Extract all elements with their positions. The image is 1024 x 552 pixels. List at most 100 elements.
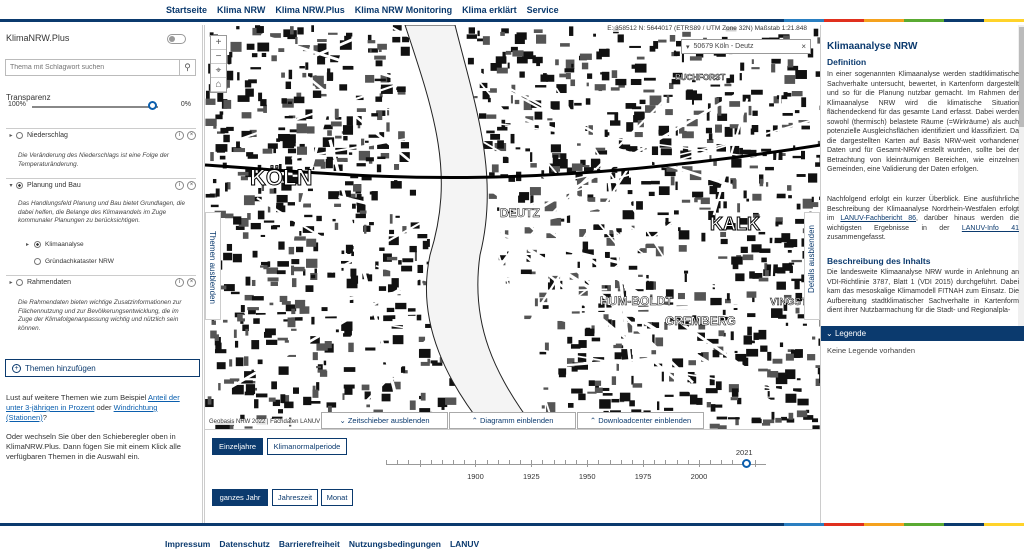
slider-tick [676, 460, 678, 464]
link-info-41[interactable]: LANUV-Info 41 [962, 225, 1019, 232]
color-stripe [784, 19, 1024, 22]
slider-tick [721, 460, 723, 464]
jahreszeit-button[interactable]: Jahreszeit [272, 489, 318, 506]
radio-icon[interactable] [34, 258, 41, 265]
close-icon[interactable]: × [801, 42, 806, 51]
main-nav: Startseite Klima NRW Klima NRW.Plus Klim… [166, 5, 559, 15]
klimanormalperiode-button[interactable]: Klimanormalperiode [267, 438, 347, 455]
monat-button[interactable]: Monat [321, 489, 353, 506]
nav-startseite[interactable]: Startseite [166, 5, 207, 15]
sub-item-label: Gründachkataster NRW [45, 258, 114, 265]
radio-icon[interactable] [16, 181, 23, 189]
ganzes-jahr-button[interactable]: ganzes Jahr [212, 489, 268, 506]
map-place-label: KALK [710, 214, 760, 234]
slider-tick [475, 460, 477, 467]
toggle-timeslider-button[interactable]: ⌄ Zeitschieber ausblenden [321, 412, 448, 429]
footer-barrierefreiheit[interactable]: Barrierefreiheit [279, 539, 340, 549]
footer-nav: Impressum Datenschutz Barrierefreiheit N… [165, 539, 479, 549]
map-toolbar: + − ⌖ ⌂ [210, 35, 227, 93]
slider-tick [508, 460, 510, 464]
slider-tick [609, 460, 611, 464]
show-diagram-button[interactable]: ⌃ Diagramm einblenden [449, 412, 576, 429]
sub-item-gruendachkataster[interactable]: Gründachkataster NRW [26, 256, 114, 267]
slider-current-year: 2021 [735, 448, 753, 457]
slider-tick [430, 460, 432, 464]
radio-icon[interactable] [34, 241, 41, 248]
slider-tick [598, 460, 600, 464]
hide-themes-tab[interactable]: Themen ausblenden [205, 212, 221, 320]
hide-details-tab[interactable]: Details ausblenden [804, 212, 820, 320]
nav-service[interactable]: Service [527, 5, 559, 15]
tree-item-niederschlag[interactable]: ▸ Niederschlag i × [6, 128, 196, 141]
einzeljahre-button[interactable]: Einzeljahre [212, 438, 263, 455]
chevron-right-icon[interactable]: ▸ [6, 279, 16, 286]
details-panel: Klimaanalyse NRW Definition In einer sog… [820, 25, 1024, 523]
footer-impressum[interactable]: Impressum [165, 539, 210, 549]
map-view[interactable]: KÖLN DEUTZ KALK HUM-BOLDT GREMBERG BUCHFORST V… [204, 25, 820, 429]
sub-item-klimaanalyse[interactable]: ▸ Klimaanalyse [26, 239, 84, 250]
slider-tick [497, 460, 499, 464]
section-heading-definition: Definition [827, 57, 867, 67]
slider-tick [386, 460, 387, 464]
theme-search-input[interactable] [6, 60, 179, 75]
info-icon[interactable]: i [175, 130, 184, 140]
footer: Impressum Datenschutz Barrierefreiheit N… [0, 523, 1024, 552]
section-heading-inhalt: Beschreibung des Inhalts [827, 256, 931, 266]
tree-item-description: Die Veränderung des Niederschlags ist ei… [18, 152, 169, 168]
nav-klima-erklaert[interactable]: Klima erklärt [462, 5, 517, 15]
add-themes-button[interactable]: + Themen hinzufügen [5, 359, 200, 377]
info-icon[interactable]: i [175, 180, 184, 190]
slider-handle[interactable] [148, 101, 157, 110]
remove-icon[interactable]: × [187, 277, 196, 287]
slider-tick-label: 1900 [467, 472, 484, 481]
slider-tick [486, 460, 488, 464]
radio-icon[interactable] [16, 131, 23, 139]
nav-klima-nrw-monitoring[interactable]: Klima NRW Monitoring [355, 5, 452, 15]
zoom-out-icon[interactable]: − [211, 50, 226, 64]
slider-tick [553, 460, 555, 464]
plus-toggle[interactable] [167, 34, 186, 44]
plus-icon: + [12, 363, 21, 373]
slider-tick [687, 460, 689, 464]
footer-nutzungsbedingungen[interactable]: Nutzungsbedingungen [349, 539, 441, 549]
slider-tick [643, 460, 645, 467]
topographic-map[interactable]: KÖLN DEUTZ KALK HUM-BOLDT GREMBERG BUCHFORST V… [205, 25, 820, 429]
footer-lanuv[interactable]: LANUV [450, 539, 479, 549]
chevron-down-icon[interactable]: ▾ [686, 43, 690, 51]
map-place-label: HUM-BOLDT [600, 294, 673, 308]
transparency-slider[interactable]: 100% 0% [6, 101, 191, 113]
map-place-label: KÖLN [250, 165, 312, 190]
locate-icon[interactable]: ⌖ [211, 64, 226, 78]
chevron-down-icon[interactable]: ▾ [6, 182, 16, 189]
coordinate-readout: E: 358512 N: 5644017 (ETRS89 / UTM Zone … [604, 25, 810, 32]
slider-tick [564, 460, 566, 464]
info-icon[interactable]: i [175, 277, 184, 287]
details-title: Klimaanalyse NRW [827, 41, 918, 52]
show-downloadcenter-button[interactable]: ⌃ Downloadcenter einblenden [577, 412, 704, 429]
chevron-right-icon[interactable]: ▸ [6, 132, 16, 139]
slider-hint: Oder wechseln Sie über den Schieberegler… [6, 432, 181, 461]
slider-tick-label: 1950 [578, 472, 596, 481]
nav-klima-nrw[interactable]: Klima NRW [217, 5, 265, 15]
remove-icon[interactable]: × [187, 130, 196, 140]
theme-panel: KlimaNRW.Plus ⚲ Transparenz 100% 0% ▸ Ni… [0, 25, 203, 523]
slider-tick-label: 2000 [690, 472, 708, 481]
remove-icon[interactable]: × [187, 180, 196, 190]
location-search[interactable]: ▾ 50679 Köln - Deutz × [681, 39, 811, 54]
home-icon[interactable]: ⌂ [211, 78, 226, 92]
radio-icon[interactable] [16, 278, 23, 286]
link-fachbericht-86[interactable]: LANUV-Fachbericht 86 [840, 215, 916, 222]
tree-item-rahmendaten[interactable]: ▸ Rahmendaten i × [6, 275, 196, 288]
year-slider[interactable]: 1900 1925 1950 1975 2000 2021 [386, 448, 766, 490]
footer-datenschutz[interactable]: Datenschutz [219, 539, 270, 549]
legend-header[interactable]: ⌄ Legende [821, 326, 1024, 341]
search-icon[interactable]: ⚲ [179, 60, 195, 75]
nav-klima-nrw-plus[interactable]: Klima NRW.Plus [275, 5, 344, 15]
slider-handle[interactable] [741, 459, 751, 468]
tree-item-planung-und-bau[interactable]: ▾ Planung und Bau i × [6, 178, 196, 191]
chevron-right-icon[interactable]: ▸ [26, 241, 34, 248]
slider-tick [754, 460, 756, 467]
legend-empty-text: Keine Legende vorhanden [827, 346, 915, 355]
time-slider-panel: Einzeljahre Klimanormalperiode 1900 1925 1… [204, 429, 820, 523]
zoom-in-icon[interactable]: + [211, 36, 226, 50]
